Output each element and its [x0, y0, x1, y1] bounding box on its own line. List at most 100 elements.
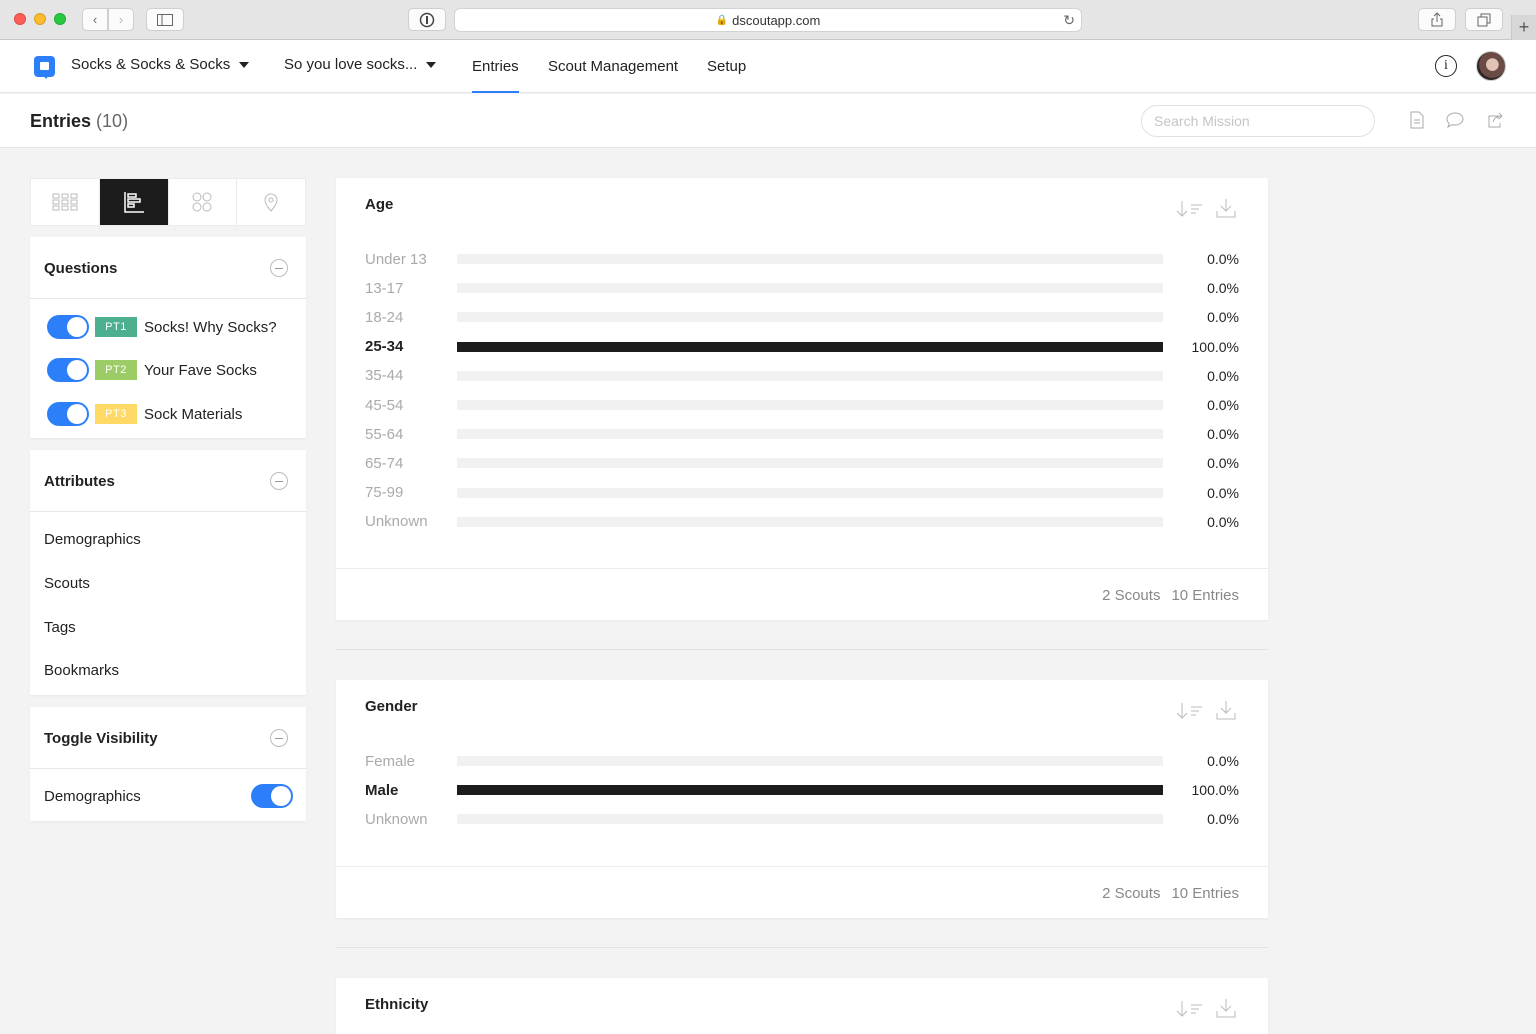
caret-down-icon [239, 61, 250, 68]
entries-count: 10 Entries [1171, 885, 1239, 902]
sidebar-toggle-button[interactable] [146, 8, 184, 31]
password-manager-icon [419, 12, 435, 27]
sort-icon[interactable] [1176, 702, 1204, 720]
download-icon[interactable] [1216, 700, 1236, 720]
mission-name: So you love socks... [284, 56, 418, 73]
collapse-minus-icon[interactable] [270, 472, 288, 490]
bar-category-label: Unknown [365, 810, 428, 828]
bar-value-label: 0.0% [1207, 753, 1239, 769]
tabs-overview-button[interactable] [1465, 8, 1503, 31]
download-icon[interactable] [1216, 998, 1236, 1018]
cluster-view-button[interactable] [169, 179, 238, 225]
collapse-minus-icon[interactable] [270, 729, 288, 747]
gender-chart-card: Gender Female 0.0% Male 100.0% Unknown 0.0% 2… [336, 680, 1268, 918]
tab-entries[interactable]: Entries [472, 58, 519, 93]
url-text: dscoutapp.com [732, 12, 821, 28]
new-tab-button[interactable]: + [1511, 15, 1536, 40]
collapse-minus-icon[interactable] [270, 259, 288, 277]
question-tag: PT2 [95, 360, 137, 380]
bar-track [457, 458, 1163, 469]
bar-category-label: Under 13 [365, 250, 427, 268]
bar-track [457, 400, 1163, 410]
toggle-visibility-header: Toggle Visibility [30, 707, 306, 769]
chart-view-button[interactable] [99, 179, 169, 225]
zoom-window-button[interactable] [54, 13, 66, 25]
chevron-right-icon: › [118, 12, 124, 27]
attributes-title: Attributes [44, 473, 115, 490]
search-input[interactable] [1141, 105, 1375, 137]
lock-icon: 🔒 [715, 14, 729, 26]
share-button[interactable] [1418, 8, 1456, 31]
bar-track [457, 341, 1163, 352]
back-button[interactable]: ‹ [82, 8, 108, 31]
bar-value-label: 0.0% [1207, 513, 1239, 530]
document-icon [1410, 111, 1424, 129]
map-view-button[interactable] [237, 179, 305, 225]
password-button[interactable] [408, 8, 446, 31]
grid-icon [52, 193, 78, 211]
bar-track [457, 814, 1163, 825]
bar-row: 75-99 0.0% [365, 483, 1239, 503]
bar-value-label: 100.0% [1191, 338, 1239, 355]
export-document-button[interactable] [1407, 110, 1427, 130]
reload-icon[interactable]: ↻ [1063, 12, 1075, 29]
bar-row: Under 13 0.0% [365, 249, 1239, 269]
location-pin-icon [264, 193, 278, 212]
mission-dropdown[interactable]: So you love socks... [284, 56, 437, 73]
bar-category-label: 35-44 [365, 367, 404, 385]
forward-button[interactable]: › [108, 8, 134, 31]
tab-setup[interactable]: Setup [707, 58, 746, 75]
project-dropdown[interactable]: Socks & Socks & Socks [71, 56, 250, 73]
grid-view-button[interactable] [31, 179, 100, 225]
question-toggle[interactable] [47, 358, 89, 382]
attribute-scouts[interactable]: Scouts [44, 575, 90, 592]
download-icon[interactable] [1216, 198, 1236, 218]
close-window-button[interactable] [14, 13, 26, 25]
question-toggle[interactable] [47, 402, 89, 426]
toggle-visibility-panel: Toggle Visibility Demographics [30, 707, 306, 821]
entries-count: 10 Entries [1171, 587, 1239, 604]
bar-category-label: Unknown [365, 513, 428, 531]
sort-icon[interactable] [1176, 200, 1204, 218]
bar-value-label: 0.0% [1207, 484, 1239, 501]
question-label: Your Fave Socks [144, 361, 257, 379]
bar-value-label: 0.0% [1207, 309, 1239, 326]
chart-footer-counts: 2 Scouts 10 Entries [1102, 587, 1239, 604]
page-title-text: Entries [30, 111, 92, 131]
bar-category-label: 18-24 [365, 308, 404, 326]
chart-title: Age [365, 196, 394, 213]
view-mode-switcher [30, 178, 306, 226]
tab-scout-management[interactable]: Scout Management [548, 58, 678, 75]
bar-track [457, 429, 1163, 440]
bar-row: 35-44 0.0% [365, 366, 1239, 386]
bar-row: Female 0.0% [365, 751, 1239, 771]
info-icon[interactable]: i [1435, 55, 1457, 77]
bar-category-label: Male [365, 781, 399, 799]
page-title: Entries (10) [30, 111, 128, 132]
visibility-demographics-toggle[interactable] [251, 784, 293, 808]
bar-value-label: 0.0% [1207, 280, 1239, 297]
avatar[interactable] [1476, 51, 1506, 81]
question-toggle[interactable] [47, 315, 89, 339]
share-mission-button[interactable] [1484, 110, 1504, 130]
dscout-logo[interactable] [34, 56, 55, 79]
bar-track [457, 756, 1163, 766]
bar-value-label: 0.0% [1207, 455, 1239, 472]
bar-category-label: 45-54 [365, 396, 404, 414]
bar-value-label: 0.0% [1207, 426, 1239, 443]
sidebar-icon [157, 13, 173, 26]
sort-icon[interactable] [1176, 1000, 1204, 1018]
bar-track [457, 283, 1163, 294]
bar-track [457, 516, 1163, 527]
browser-toolbar: ‹ › 🔒 dscoutapp.com ↻ + [0, 0, 1536, 40]
attribute-bookmarks[interactable]: Bookmarks [44, 662, 119, 679]
attribute-tags[interactable]: Tags [44, 619, 76, 636]
attribute-demographics[interactable]: Demographics [44, 531, 141, 548]
address-bar[interactable]: 🔒 dscoutapp.com ↻ [454, 8, 1082, 32]
question-item: PT3 Sock Materials [47, 402, 242, 426]
ethnicity-chart-card: Ethnicity [336, 978, 1268, 1034]
comments-button[interactable] [1445, 110, 1465, 130]
minimize-window-button[interactable] [34, 13, 46, 25]
bar-value-label: 0.0% [1207, 367, 1239, 384]
app-navbar: Socks & Socks & Socks So you love socks.… [0, 40, 1536, 93]
